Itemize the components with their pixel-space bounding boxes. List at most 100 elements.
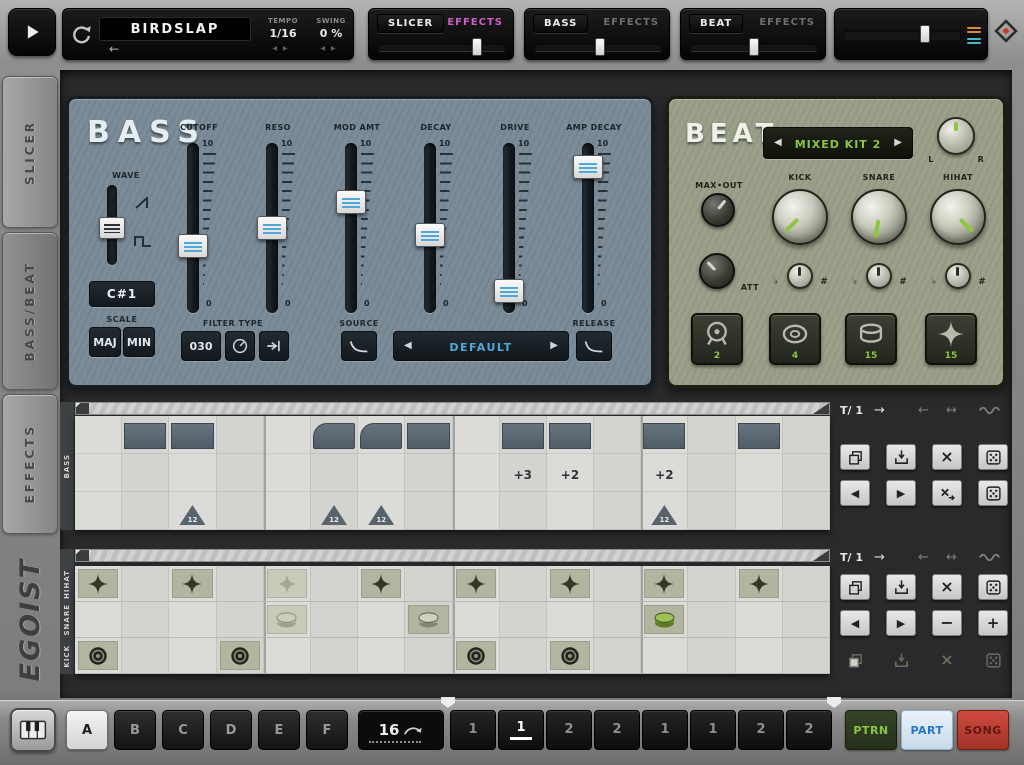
hit-hihat[interactable]: [267, 569, 307, 598]
hihat-step-14[interactable]: [688, 566, 735, 601]
hihat-step-9[interactable]: [453, 566, 500, 601]
snare-step-11[interactable]: [547, 602, 594, 637]
paste-button[interactable]: [886, 574, 916, 600]
hit-hihat[interactable]: [739, 569, 779, 598]
channel-fx-toggle[interactable]: EFFECTS: [447, 17, 503, 28]
channel-level-slider[interactable]: [535, 43, 661, 51]
pad-hihat[interactable]: 15: [925, 313, 977, 365]
fader-handle[interactable]: [573, 155, 603, 179]
kick-step-9[interactable]: [453, 638, 500, 673]
bass-step-9[interactable]: [453, 416, 500, 530]
hit-hihat[interactable]: [644, 569, 684, 598]
snare-step-6[interactable]: [311, 602, 358, 637]
wave-mode-icon[interactable]: [978, 404, 1002, 417]
channel-slider-handle[interactable]: [472, 38, 482, 56]
hit-kick[interactable]: [550, 641, 590, 670]
fader-handle[interactable]: [494, 279, 524, 303]
mode-ptrn[interactable]: PTRN: [845, 710, 897, 750]
tab-slicer[interactable]: SLICER: [2, 76, 58, 228]
loop-end-handle[interactable]: [813, 550, 829, 561]
hihat-step-5[interactable]: [264, 566, 311, 601]
snare-step-5[interactable]: [264, 602, 311, 637]
fader-handle[interactable]: [257, 216, 287, 240]
preset-selector[interactable]: ◀ DEFAULT ▶: [393, 331, 569, 361]
kick-step-11[interactable]: [547, 638, 594, 673]
clear-button[interactable]: ×: [932, 574, 962, 600]
keyboard-button[interactable]: [10, 708, 56, 752]
snare-step-10[interactable]: [500, 602, 547, 637]
dice-button[interactable]: [978, 480, 1008, 506]
clear-shift-button[interactable]: [932, 480, 962, 506]
paste-button[interactable]: [886, 444, 916, 470]
bar-2[interactable]: 1: [498, 710, 544, 750]
bass-step-13[interactable]: +212: [641, 416, 688, 530]
hit-hihat[interactable]: [456, 569, 496, 598]
snare-step-9[interactable]: [453, 602, 500, 637]
master-slider-handle[interactable]: [920, 25, 930, 43]
bar-5[interactable]: 1: [642, 710, 688, 750]
channel-slider-handle[interactable]: [595, 38, 605, 56]
pattern-D[interactable]: D: [210, 710, 252, 750]
bass-step-12[interactable]: [594, 416, 641, 530]
dice-button[interactable]: [978, 444, 1008, 470]
kick-step-16[interactable]: [783, 638, 830, 673]
snare-step-13[interactable]: [641, 602, 688, 637]
bass-step-6[interactable]: 12: [311, 416, 358, 530]
bass-step-3[interactable]: 12: [169, 416, 216, 530]
bass-step-11[interactable]: +2: [547, 416, 594, 530]
hihat-step-8[interactable]: [405, 566, 452, 601]
hihat-step-15[interactable]: [736, 566, 783, 601]
hit-snare[interactable]: [644, 605, 684, 634]
hihat-step-16[interactable]: [783, 566, 830, 601]
snare-step-4[interactable]: [217, 602, 264, 637]
kick-step-4[interactable]: [217, 638, 264, 673]
preset-next-icon[interactable]: ▶: [550, 341, 558, 351]
source-env-button[interactable]: [341, 331, 377, 361]
pattern-C[interactable]: C: [162, 710, 204, 750]
bar-8[interactable]: 2: [786, 710, 832, 750]
bass-step-16[interactable]: [783, 416, 830, 530]
note-bar[interactable]: [171, 423, 213, 449]
dice-button[interactable]: [978, 574, 1008, 600]
bar-6[interactable]: 1: [690, 710, 736, 750]
nudge-left-icon[interactable]: ←: [918, 551, 929, 564]
pattern-A[interactable]: A: [66, 710, 108, 750]
fader-track[interactable]: [345, 143, 357, 313]
hit-hihat[interactable]: [172, 569, 212, 598]
snare-step-2[interactable]: [122, 602, 169, 637]
note-bar[interactable]: [360, 423, 402, 449]
pad-kick[interactable]: 2: [691, 313, 743, 365]
loop-end-handle[interactable]: [813, 403, 829, 414]
loop-start-handle[interactable]: [76, 550, 89, 561]
bar-3[interactable]: 2: [546, 710, 592, 750]
release-env-button[interactable]: [576, 331, 612, 361]
clear-button[interactable]: ×: [932, 444, 962, 470]
pattern-F[interactable]: F: [306, 710, 348, 750]
kick-step-6[interactable]: [311, 638, 358, 673]
hit-hihat[interactable]: [550, 569, 590, 598]
snare-step-15[interactable]: [736, 602, 783, 637]
fader-handle[interactable]: [336, 190, 366, 214]
bass-step-15[interactable]: [736, 416, 783, 530]
fader-track[interactable]: [187, 143, 199, 313]
hit-hihat[interactable]: [361, 569, 401, 598]
minus-button[interactable]: −: [932, 610, 962, 636]
hihat-step-4[interactable]: [217, 566, 264, 601]
note-bar[interactable]: [738, 423, 780, 449]
copy-button[interactable]: [840, 444, 870, 470]
tri-right-button[interactable]: ▶: [886, 610, 916, 636]
kick-step-13[interactable]: [641, 638, 688, 673]
nudge-right-icon[interactable]: →: [874, 551, 885, 564]
beat-seq-ruler[interactable]: [75, 549, 830, 562]
note-bar[interactable]: [643, 423, 685, 449]
filter-shape-button[interactable]: [225, 331, 255, 361]
snare-step-7[interactable]: [358, 602, 405, 637]
kick-step-10[interactable]: [500, 638, 547, 673]
tri-left-button[interactable]: ◀: [840, 480, 870, 506]
note-bar[interactable]: [124, 423, 166, 449]
bass-step-5[interactable]: [264, 416, 311, 530]
note-bar[interactable]: [502, 423, 544, 449]
length-display[interactable]: 16: [358, 710, 444, 750]
tab-effects[interactable]: EFFECTS: [2, 394, 58, 534]
hit-kick[interactable]: [220, 641, 260, 670]
